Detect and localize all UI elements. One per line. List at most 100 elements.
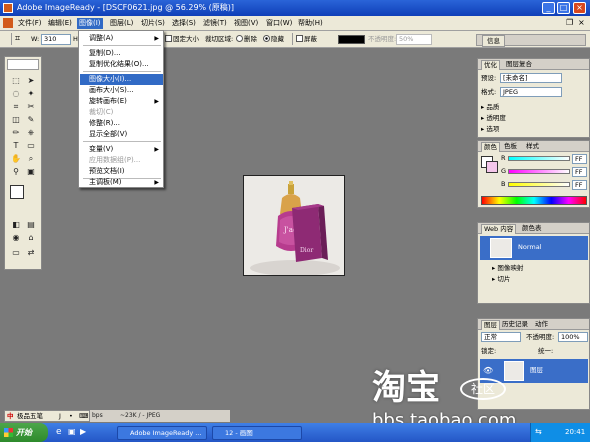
menu-item-duplicate[interactable]: 复制(D)... bbox=[80, 48, 163, 59]
shield-color-swatch[interactable] bbox=[338, 35, 365, 44]
imageready-logo[interactable] bbox=[7, 59, 39, 70]
toggle-image-map-icon[interactable]: ▤ bbox=[24, 219, 38, 231]
taskbar-task-imageready[interactable]: Adobe ImageReady ... bbox=[117, 426, 207, 440]
preview-browser-icon[interactable]: ⌂ bbox=[24, 232, 38, 244]
ime-fullwidth-icon[interactable]: J bbox=[59, 411, 61, 421]
fixed-size-checkbox[interactable]: 固定大小 bbox=[165, 34, 199, 45]
jump-to-photoshop-icon[interactable]: ⇄ bbox=[24, 247, 38, 259]
menu-item-duplicate-optimized[interactable]: 复制优化结果(O)... bbox=[80, 59, 163, 70]
foreground-color-swatch[interactable] bbox=[10, 185, 24, 199]
document-icon[interactable] bbox=[3, 18, 13, 28]
channel-g-slider[interactable] bbox=[508, 169, 570, 174]
rollover-icon[interactable]: ▣ bbox=[24, 166, 38, 178]
ime-keyboard-icon[interactable]: ⌨ bbox=[79, 411, 88, 421]
format-select[interactable]: JPEG bbox=[500, 87, 562, 97]
tray-network-icon[interactable]: ⇆ bbox=[535, 427, 542, 436]
maximize-button[interactable]: □ bbox=[557, 2, 570, 14]
menu-file[interactable]: 文件(F) bbox=[16, 18, 44, 29]
preview-document-icon[interactable]: ◉ bbox=[9, 232, 23, 244]
tray-clock[interactable]: 20:41 bbox=[565, 428, 585, 436]
ime-name[interactable]: 极品五笔 bbox=[17, 411, 43, 421]
lasso-tool-icon[interactable]: ◌ bbox=[9, 88, 23, 100]
quicklaunch-ie-icon[interactable]: e bbox=[56, 427, 62, 437]
zoom-tool-icon[interactable]: ⌕ bbox=[24, 153, 38, 165]
ime-chinese-icon[interactable]: 中 bbox=[7, 411, 14, 421]
brush-icon[interactable]: ✎ bbox=[24, 114, 38, 126]
layer-opacity-input[interactable]: 100% bbox=[558, 332, 588, 342]
tab-styles[interactable]: 样式 bbox=[524, 142, 541, 151]
channel-r-value[interactable]: FF bbox=[572, 154, 587, 164]
color-bg-swatch[interactable] bbox=[486, 161, 498, 173]
channel-b-slider[interactable] bbox=[508, 182, 570, 187]
tab-color[interactable]: 颜色 bbox=[481, 142, 500, 152]
channel-g-value[interactable]: FF bbox=[572, 167, 587, 177]
tab-layers[interactable]: 图层 bbox=[481, 320, 500, 330]
screen-mode-icon[interactable]: ▭ bbox=[9, 247, 23, 259]
delete-radio[interactable]: 删除 bbox=[236, 34, 257, 45]
shape-tool-icon[interactable]: ▭ bbox=[24, 140, 38, 152]
tab-optimize[interactable]: 优化 bbox=[481, 60, 500, 70]
tab-color-table[interactable]: 颜色表 bbox=[520, 224, 544, 233]
width-input[interactable]: 310 bbox=[41, 34, 71, 45]
eyedropper-icon[interactable]: ⚲ bbox=[9, 166, 23, 178]
tab-info[interactable]: 信息 bbox=[482, 35, 505, 47]
ime-punct-icon[interactable]: • bbox=[69, 411, 73, 421]
menu-item-master-palette[interactable]: 主调板(M) ▶ bbox=[80, 177, 163, 188]
start-button[interactable]: 开始 bbox=[0, 423, 48, 442]
taskbar-task-paint[interactable]: 12 - 画图 bbox=[212, 426, 302, 440]
tab-swatches[interactable]: 色板 bbox=[502, 142, 519, 151]
clone-stamp-icon[interactable]: ⎈ bbox=[24, 127, 38, 139]
restore-doc-button[interactable]: ❐ bbox=[566, 18, 573, 27]
menu-item-trim[interactable]: 修整(R)... bbox=[80, 118, 163, 129]
menu-image[interactable]: 图像(I) bbox=[77, 18, 103, 29]
marquee-tool-icon[interactable]: ⬚ bbox=[9, 75, 23, 87]
menu-item-canvas-size[interactable]: 画布大小(S)... bbox=[80, 85, 163, 96]
quicklaunch-media-icon[interactable]: ▶ bbox=[80, 427, 86, 436]
toggle-slice-visibility-icon[interactable]: ◧ bbox=[9, 219, 23, 231]
move-tool-icon[interactable]: ➤ bbox=[24, 75, 38, 87]
tab-actions[interactable]: 动作 bbox=[533, 320, 550, 329]
shield-opacity-input[interactable]: 50% bbox=[396, 34, 432, 45]
quicklaunch-desktop-icon[interactable]: ▣ bbox=[68, 427, 76, 436]
blend-mode-select[interactable]: 正常 bbox=[481, 332, 521, 342]
menu-item-reveal-all[interactable]: 显示全部(V) bbox=[80, 129, 163, 140]
pencil-icon[interactable]: ✏ bbox=[9, 127, 23, 139]
status-format[interactable]: bps bbox=[92, 410, 103, 422]
channel-b-value[interactable]: FF bbox=[572, 180, 587, 190]
preset-select[interactable]: [未命名] bbox=[500, 73, 562, 83]
menu-window[interactable]: 窗口(W) bbox=[264, 18, 294, 29]
color-ramp[interactable] bbox=[481, 196, 587, 205]
menu-layer[interactable]: 图层(L) bbox=[108, 18, 135, 29]
web-item-normal[interactable]: Normal bbox=[480, 236, 588, 260]
tab-history[interactable]: 历史记录 bbox=[500, 320, 530, 329]
slice-tool-icon[interactable]: ✂ bbox=[24, 101, 38, 113]
section-quality[interactable]: ▸ 品质 bbox=[481, 103, 499, 112]
close-doc-button[interactable]: × bbox=[578, 18, 585, 27]
hand-tool-icon[interactable]: ✋ bbox=[9, 153, 23, 165]
menu-item-preview-document[interactable]: 预览文档(I) bbox=[80, 166, 163, 177]
menu-item-rotate-canvas[interactable]: 旋转画布(E) ▶ bbox=[80, 96, 163, 107]
menu-view[interactable]: 视图(V) bbox=[232, 18, 260, 29]
menu-filter[interactable]: 滤镜(T) bbox=[201, 18, 229, 29]
menu-item-adjust[interactable]: 调整(A) ▶ bbox=[80, 33, 163, 44]
document-canvas[interactable]: J'adore Dior bbox=[243, 175, 345, 276]
crop-tool-icon[interactable]: ⌗ bbox=[9, 101, 23, 113]
menu-item-image-size[interactable]: 图像大小(I)... bbox=[80, 74, 163, 85]
shield-checkbox[interactable]: 屏蔽 bbox=[296, 34, 317, 45]
menu-slice[interactable]: 切片(S) bbox=[139, 18, 167, 29]
close-button[interactable]: × bbox=[573, 2, 586, 14]
minimize-button[interactable]: _ bbox=[542, 2, 555, 14]
eraser-icon[interactable]: ◫ bbox=[9, 114, 23, 126]
hide-radio[interactable]: 隐藏 bbox=[263, 34, 284, 45]
section-transparency[interactable]: ▸ 透明度 bbox=[481, 114, 506, 123]
web-item-slices[interactable]: ▸ 切片 bbox=[492, 275, 510, 284]
status-size[interactable]: ~23K / - JPEG bbox=[120, 410, 160, 422]
section-options[interactable]: ▸ 选项 bbox=[481, 125, 499, 134]
menu-help[interactable]: 帮助(H) bbox=[296, 18, 325, 29]
text-tool-icon[interactable]: T bbox=[9, 140, 23, 152]
tab-web-content[interactable]: Web 内容 bbox=[481, 224, 517, 234]
tab-layer-comps[interactable]: 图层复合 bbox=[504, 60, 534, 69]
menu-select[interactable]: 选择(S) bbox=[170, 18, 198, 29]
menu-item-variables[interactable]: 变量(V) ▶ bbox=[80, 144, 163, 155]
magic-wand-icon[interactable]: ✦ bbox=[24, 88, 38, 100]
